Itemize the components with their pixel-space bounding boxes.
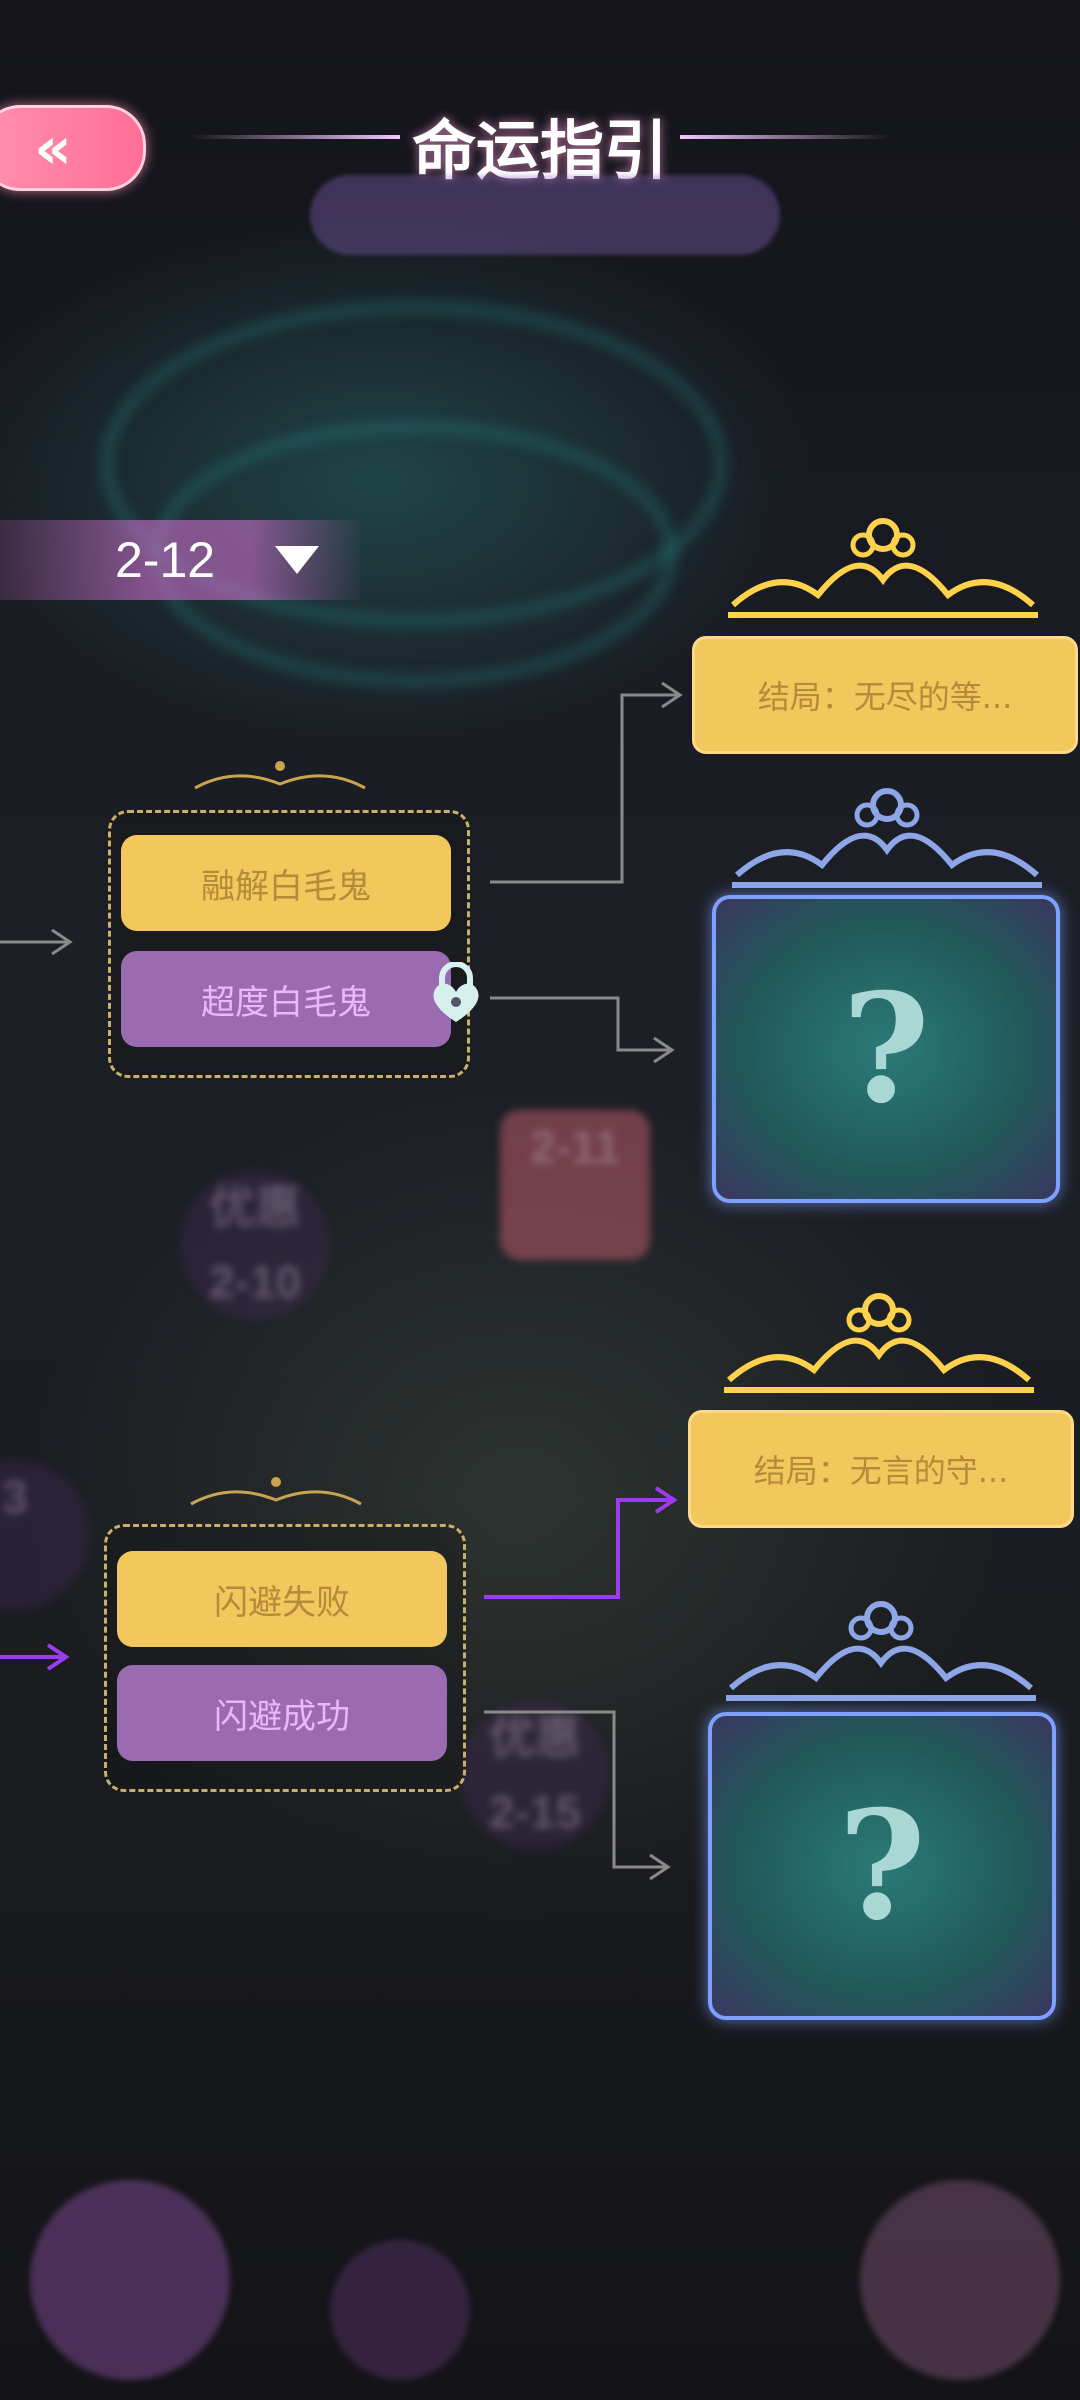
title-ornament-right — [680, 135, 890, 139]
sparkle-button — [330, 2240, 470, 2380]
lock-icon — [433, 962, 479, 1022]
question-mark: ? — [838, 1778, 926, 1954]
chapter-selector[interactable]: 2-12 — [0, 520, 360, 600]
choice-group-bottom: 闪避失败 闪避成功 — [104, 1524, 466, 1792]
chapter-tab-blurred — [310, 175, 780, 255]
choice-button[interactable]: 融解白毛鬼 — [121, 835, 451, 931]
small-crown-icon — [194, 761, 366, 790]
choice-button[interactable]: 闪避成功 — [117, 1665, 447, 1761]
dropdown-triangle-icon — [275, 546, 320, 574]
locked-ending-card[interactable]: ? — [712, 895, 1060, 1203]
silver-crown-icon — [726, 1601, 1036, 1701]
locked-ending-card[interactable]: ? — [708, 1712, 1056, 2020]
gold-crown-icon — [728, 518, 1038, 618]
choice-group-top: 融解白毛鬼 超度白毛鬼 — [108, 810, 470, 1078]
question-mark: ? — [842, 961, 930, 1137]
header: « 命运指引 — [0, 90, 1080, 191]
ending-card[interactable]: 结局：无言的守... — [688, 1410, 1074, 1528]
story-book-button — [30, 2180, 230, 2380]
gold-crown-icon — [724, 1293, 1034, 1393]
choice-button[interactable]: 超度白毛鬼 — [121, 951, 451, 1047]
ending-card[interactable]: 结局：无尽的等... — [692, 636, 1078, 754]
character-avatar-button — [860, 2180, 1060, 2380]
choice-button[interactable]: 闪避失败 — [117, 1551, 447, 1647]
small-crown-icon — [190, 1477, 362, 1506]
silver-crown-icon — [732, 788, 1042, 888]
chapter-selector-value: 2-12 — [115, 532, 216, 588]
